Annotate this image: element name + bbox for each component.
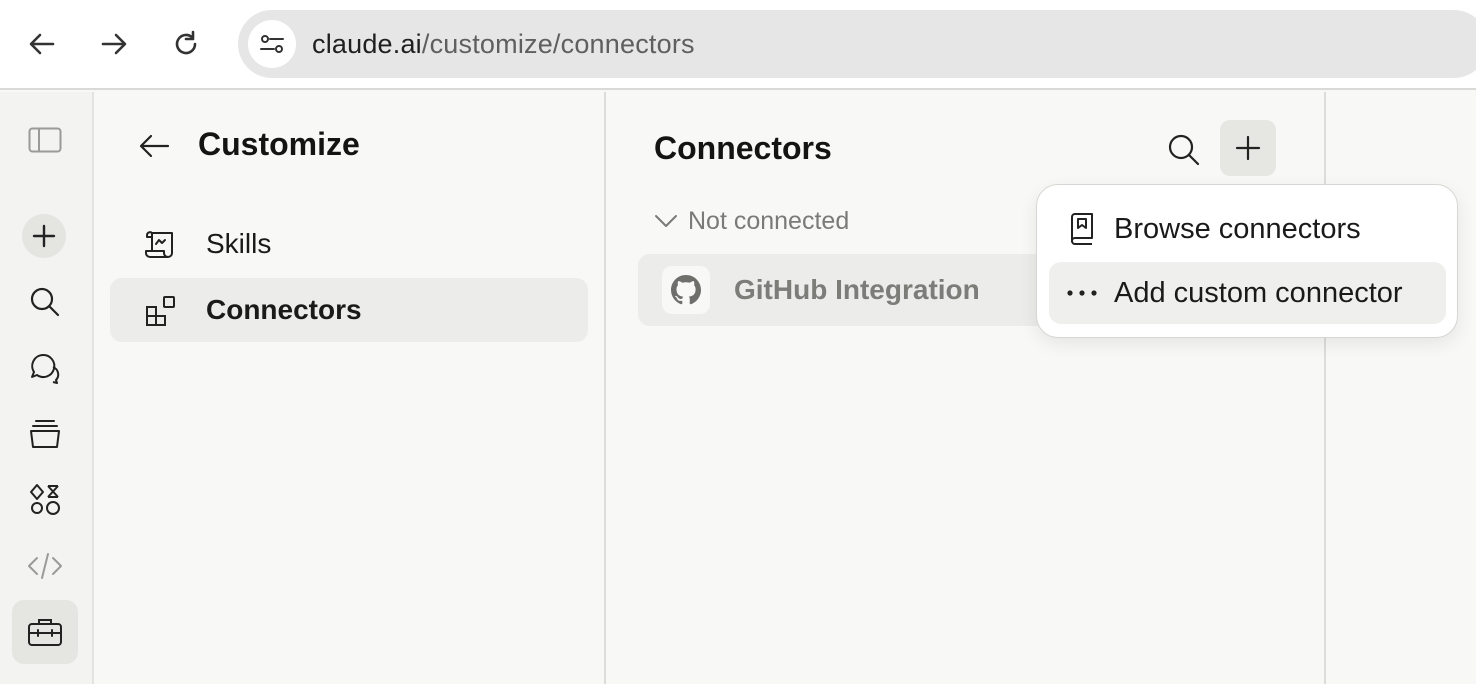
scroll-icon <box>144 228 178 262</box>
section-label: Not connected <box>688 206 850 235</box>
sidebar-toggle-icon[interactable] <box>12 108 78 172</box>
plus-icon[interactable] <box>22 214 66 258</box>
address-bar[interactable]: claude.ai/customize/connectors <box>238 10 1476 78</box>
customize-panel: Customize Skills Connectors <box>94 92 606 684</box>
search-icon[interactable] <box>12 270 78 334</box>
toolbox-icon[interactable] <box>12 600 78 664</box>
dropdown-item-label: Browse connectors <box>1114 213 1361 245</box>
more-dots-icon <box>1065 276 1099 310</box>
section-toggle-not-connected[interactable]: Not connected <box>654 204 849 238</box>
page-title: Customize <box>198 126 360 162</box>
browse-connectors-item[interactable]: Browse connectors <box>1049 198 1446 260</box>
menu-item-label: Connectors <box>206 294 362 325</box>
browser-toolbar: claude.ai/customize/connectors <box>0 0 1476 90</box>
connectors-title: Connectors <box>654 130 832 166</box>
menu-item-connectors[interactable]: Connectors <box>110 278 588 342</box>
left-rail <box>0 92 94 684</box>
forward-arrow-icon[interactable] <box>92 22 136 66</box>
github-icon <box>662 266 710 314</box>
projects-icon[interactable] <box>12 402 78 466</box>
connectors-icon <box>144 294 178 328</box>
add-connector-menu: Browse connectors Add custom connector <box>1036 184 1458 338</box>
reload-icon[interactable] <box>164 22 208 66</box>
connectors-panel: Connectors Not connected GitHub Integrat… <box>606 92 1326 684</box>
code-icon[interactable] <box>12 534 78 598</box>
connector-name: GitHub Integration <box>734 274 980 305</box>
book-icon <box>1065 212 1099 246</box>
artifacts-icon[interactable] <box>12 468 78 532</box>
site-settings-icon[interactable] <box>248 20 296 68</box>
url-text: claude.ai/customize/connectors <box>312 29 695 60</box>
back-arrow-icon[interactable] <box>20 22 64 66</box>
add-connector-button[interactable] <box>1220 120 1276 176</box>
chats-icon[interactable] <box>12 336 78 400</box>
back-arrow-icon[interactable] <box>134 126 174 166</box>
chevron-down-icon <box>655 215 677 227</box>
menu-item-label: Skills <box>206 228 272 259</box>
plus-icon <box>1235 135 1261 161</box>
url-path: /customize/connectors <box>421 29 695 59</box>
right-area <box>1326 92 1476 684</box>
menu-item-skills[interactable]: Skills <box>110 212 588 276</box>
add-custom-connector-item[interactable]: Add custom connector <box>1049 262 1446 324</box>
search-icon[interactable] <box>1162 128 1206 172</box>
url-host: claude.ai <box>312 29 422 59</box>
dropdown-item-label: Add custom connector <box>1114 277 1403 309</box>
